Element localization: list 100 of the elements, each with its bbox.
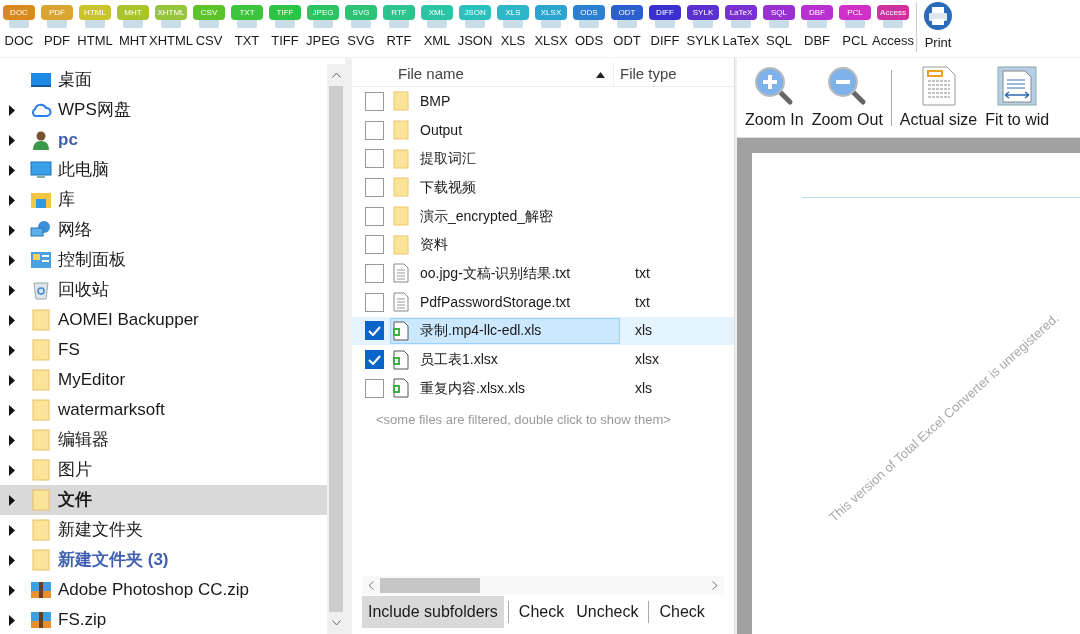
format-button[interactable]: XLSX XLSX	[532, 0, 570, 56]
format-button[interactable]: Access Access	[874, 0, 912, 56]
file-name: 提取词汇	[420, 149, 476, 169]
tree-item[interactable]: 库	[0, 185, 327, 215]
tree-item[interactable]: 图片	[0, 455, 327, 485]
checkbox[interactable]	[365, 378, 384, 398]
format-button[interactable]: ODT ODT	[608, 0, 646, 56]
file-name: oo.jpg-文稿-识别结果.txt	[420, 263, 571, 283]
preview-tool-button[interactable]: Fit to wid	[985, 66, 1050, 132]
preview-tool-button[interactable]: Zoom Out	[811, 66, 883, 132]
file-row[interactable]: 下载视频	[352, 173, 734, 202]
format-button[interactable]: SQL SQL	[760, 0, 798, 56]
tree-item[interactable]: 编辑器	[0, 425, 327, 455]
expand-arrow-icon	[9, 254, 15, 266]
tree-item[interactable]: FS.zip	[0, 605, 327, 634]
preview-tool-button[interactable]: Zoom In	[745, 66, 804, 132]
file-row[interactable]: 重复内容.xlsx.xls xls	[352, 373, 734, 403]
file-row[interactable]: 录制.mp4-llc-edl.xls xls	[352, 316, 734, 346]
format-button[interactable]: TIFF TIFF	[266, 0, 304, 56]
file-row[interactable]: 员工表1.xlsx xlsx	[352, 345, 734, 374]
file-row[interactable]: 提取词汇	[352, 144, 734, 174]
format-button[interactable]: CSV CSV	[190, 0, 228, 56]
checkbox[interactable]	[365, 350, 384, 370]
sort-ascending-icon	[596, 71, 605, 78]
column-header[interactable]: File type	[614, 63, 677, 86]
user-icon	[31, 130, 51, 150]
expand-arrow-icon	[9, 584, 15, 596]
archive-icon	[30, 580, 52, 600]
fit-width-icon	[997, 66, 1038, 106]
folder-icon	[393, 177, 409, 198]
format-button[interactable]: HTML HTML	[76, 0, 114, 56]
tree-item[interactable]: 回收站	[0, 275, 327, 305]
format-button[interactable]: TXT TXT	[228, 0, 266, 56]
tree-item[interactable]: Adobe Photoshop CC.zip	[0, 575, 327, 605]
format-button[interactable]: SYLK SYLK	[684, 0, 722, 56]
tree-item[interactable]: WPS网盘	[0, 95, 327, 125]
library-icon	[30, 190, 52, 210]
tree-item[interactable]: 此电脑	[0, 155, 327, 185]
tree-item[interactable]: AOMEI Backupper	[0, 305, 327, 335]
format-button[interactable]: SVG SVG	[342, 0, 380, 56]
zoom-out-icon	[827, 66, 868, 106]
format-button[interactable]: RTF RTF	[380, 0, 418, 56]
checkbox[interactable]	[365, 149, 384, 169]
checkbox[interactable]	[365, 292, 384, 312]
file-row[interactable]: 演示_encrypted_解密	[352, 201, 734, 231]
file-row[interactable]: BMP	[352, 87, 734, 116]
checkbox[interactable]	[365, 235, 384, 255]
preview-tool-button[interactable]: Actual size	[899, 66, 978, 132]
checkbox[interactable]	[365, 177, 384, 197]
tree-item[interactable]: 网络	[0, 215, 327, 245]
format-button[interactable]: XLS XLS	[494, 0, 532, 56]
format-button[interactable]: DOC DOC	[0, 0, 38, 56]
expand-arrow-icon	[9, 374, 15, 386]
file-row[interactable]: PdfPasswordStorage.txt txt	[352, 287, 734, 317]
toolbar-button[interactable]: Check	[653, 596, 711, 628]
expand-arrow-icon	[9, 494, 15, 506]
format-button[interactable]: JPEG JPEG	[304, 0, 342, 56]
expand-arrow-icon	[9, 464, 15, 476]
format-button[interactable]: ODS ODS	[570, 0, 608, 56]
spreadsheet-file-icon	[393, 378, 409, 399]
format-button[interactable]: XML XML	[418, 0, 456, 56]
vertical-scrollbar[interactable]	[327, 64, 345, 634]
file-name: PdfPasswordStorage.txt	[420, 292, 571, 312]
file-name: 资料	[420, 235, 448, 255]
checkbox[interactable]	[365, 321, 384, 341]
format-button[interactable]: DBF DBF	[798, 0, 836, 56]
format-button[interactable]: PDF PDF	[38, 0, 76, 56]
tree-item[interactable]: 控制面板	[0, 245, 327, 275]
tree-item[interactable]: 文件	[0, 485, 327, 515]
file-row[interactable]: oo.jpg-文稿-识别结果.txt txt	[352, 259, 734, 288]
file-row[interactable]: Output	[352, 115, 734, 145]
checkbox[interactable]	[365, 263, 384, 283]
folder-icon	[32, 519, 50, 541]
print-button[interactable]: Print	[923, 0, 953, 56]
checkbox[interactable]	[365, 206, 384, 226]
format-button[interactable]: LaTeX LaTeX	[722, 0, 760, 56]
tree-item[interactable]: MyEditor	[0, 365, 327, 395]
toolbar-button[interactable]: Check	[512, 596, 571, 628]
checkbox[interactable]	[365, 91, 384, 111]
checkbox[interactable]	[365, 120, 384, 140]
tree-item[interactable]: pc	[0, 125, 327, 155]
tree-item[interactable]: 新建文件夹	[0, 515, 327, 545]
tree-item[interactable]: watermarksoft	[0, 395, 327, 425]
format-button[interactable]: DIFF DIFF	[646, 0, 684, 56]
file-type: txt	[635, 263, 650, 283]
toolbar-button[interactable]: Include subfolders	[362, 596, 504, 628]
file-type: xls	[635, 321, 653, 341]
column-header[interactable]: File name	[352, 63, 614, 86]
file-name: 录制.mp4-llc-edl.xls	[420, 321, 542, 341]
expand-arrow-icon	[9, 164, 15, 176]
expand-arrow-icon	[9, 314, 15, 326]
folder-icon	[393, 206, 409, 227]
folder-icon	[393, 120, 409, 141]
horizontal-scrollbar[interactable]	[362, 576, 724, 595]
tree-item[interactable]: 桌面	[0, 65, 327, 95]
toolbar-button[interactable]: Uncheck	[570, 596, 645, 628]
format-button[interactable]: JSON JSON	[456, 0, 494, 56]
tree-item[interactable]: FS	[0, 335, 327, 365]
tree-item[interactable]: 新建文件夹 (3)	[0, 545, 327, 575]
file-row[interactable]: 资料	[352, 230, 734, 260]
